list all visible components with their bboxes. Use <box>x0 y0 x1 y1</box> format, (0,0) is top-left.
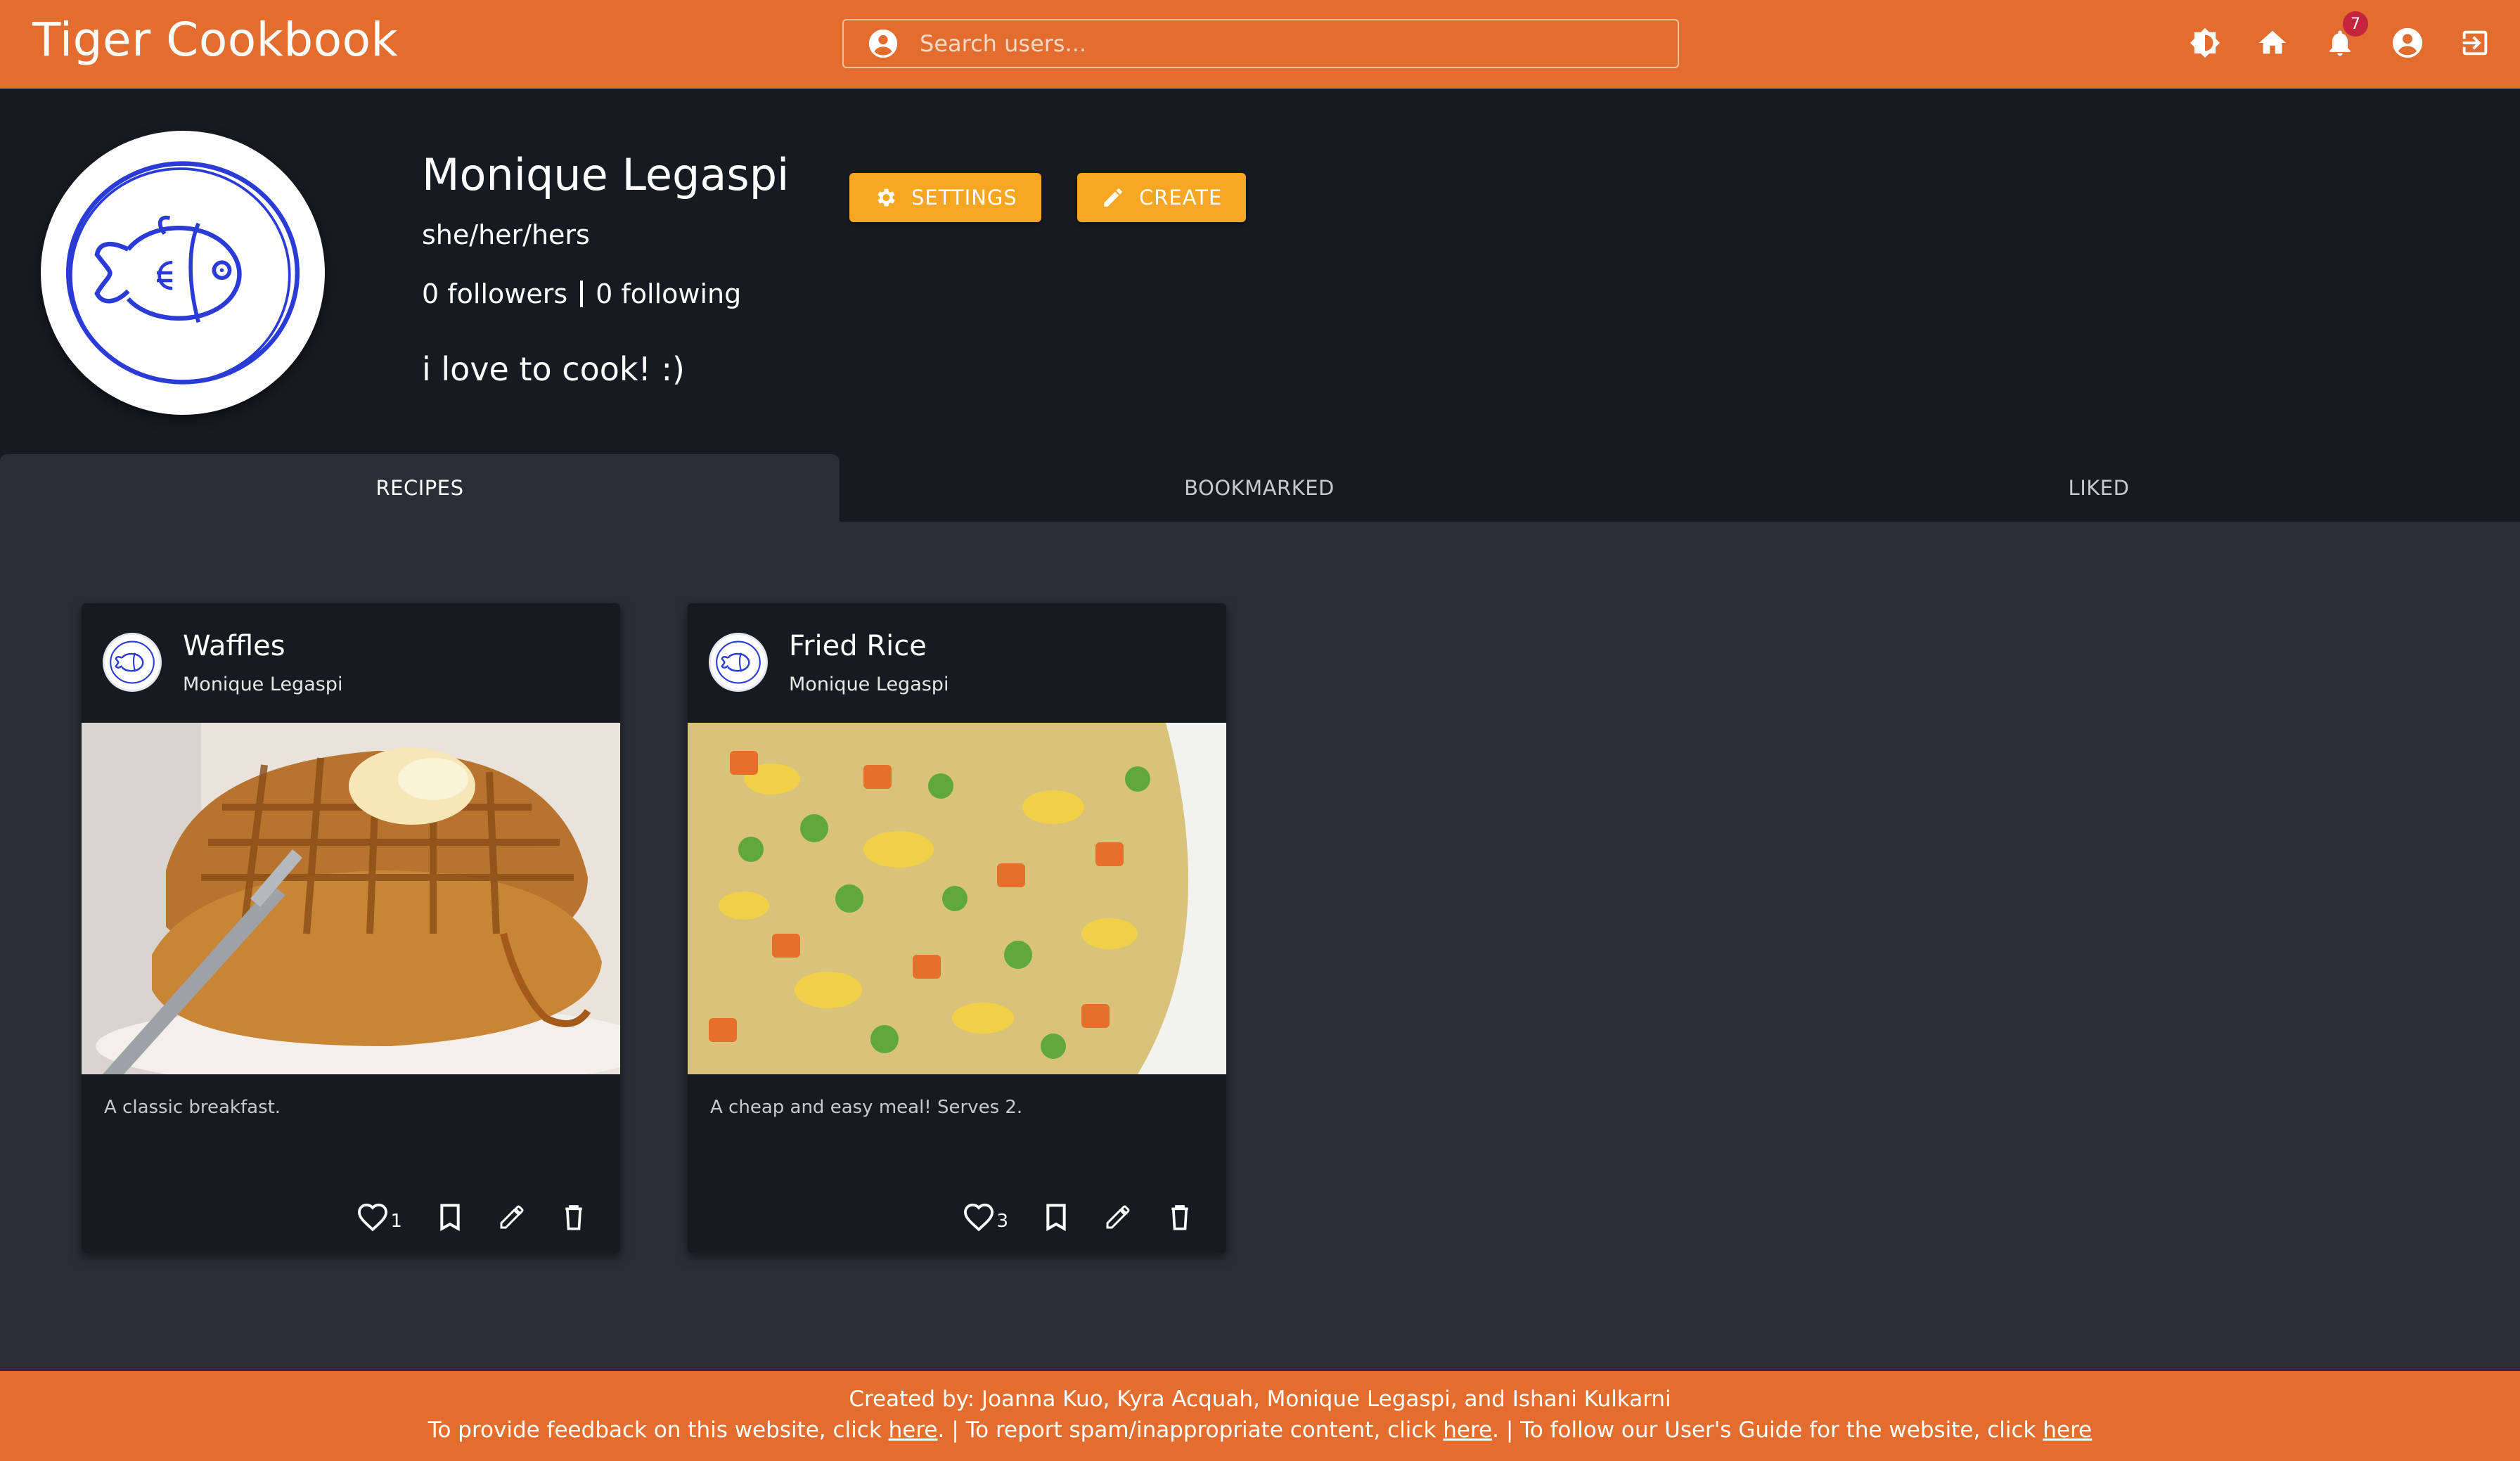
bookmark-button[interactable] <box>437 1203 463 1231</box>
profile-name: Monique Legaspi <box>422 149 790 200</box>
recipe-card-waffles[interactable]: Waffles Monique Legaspi A classic breakf… <box>82 603 620 1253</box>
author-avatar[interactable] <box>103 633 162 692</box>
report-spam-link[interactable]: here <box>1443 1417 1492 1443</box>
feedback-link[interactable]: here <box>889 1417 938 1443</box>
recipe-actions: 3 <box>963 1202 1192 1232</box>
profile-header: Monique Legaspi she/her/hers 0 followers… <box>0 89 2520 454</box>
edit-button[interactable] <box>1104 1203 1132 1231</box>
like-button[interactable]: 3 <box>963 1202 1008 1232</box>
home-icon[interactable] <box>2256 25 2289 60</box>
fried-rice-image[interactable] <box>688 723 1226 1074</box>
delete-button[interactable] <box>561 1203 586 1231</box>
like-count: 1 <box>390 1211 402 1232</box>
create-label: CREATE <box>1139 186 1223 210</box>
recipe-title[interactable]: Waffles <box>183 630 285 662</box>
recipe-card-header: Waffles Monique Legaspi <box>82 603 620 723</box>
recipe-author[interactable]: Monique Legaspi <box>183 674 342 695</box>
tab-liked[interactable]: LIKED <box>1679 454 2519 522</box>
settings-label: SETTINGS <box>911 186 1017 210</box>
pencil-icon <box>1104 188 1122 207</box>
following-count[interactable]: 0 following <box>596 278 741 309</box>
theme-toggle-icon[interactable] <box>2188 25 2222 60</box>
edit-button[interactable] <box>498 1203 526 1231</box>
recipe-title[interactable]: Fried Rice <box>789 630 927 662</box>
logout-icon[interactable] <box>2458 25 2492 60</box>
bell-icon[interactable]: 7 <box>2323 11 2368 60</box>
pencil-icon <box>500 1205 524 1229</box>
footer-credits: Created by: Joanna Kuo, Kyra Acquah, Mon… <box>849 1386 1671 1412</box>
gear-icon <box>878 188 895 207</box>
footer-guide-text: . | To follow our User's Guide for the w… <box>1492 1417 2043 1443</box>
profile-avatar <box>41 131 325 415</box>
heart-outline-icon <box>358 1203 388 1232</box>
nav-icons: 7 <box>2188 11 2492 60</box>
users-guide-link[interactable]: here <box>2043 1417 2092 1443</box>
follow-divider <box>580 281 584 307</box>
followers-count[interactable]: 0 followers <box>422 278 567 309</box>
fish-drawing-icon <box>110 641 155 684</box>
account-icon[interactable] <box>2391 25 2424 60</box>
follow-stats: 0 followers 0 following <box>422 278 741 309</box>
like-count: 3 <box>996 1211 1008 1232</box>
account-circle-icon <box>868 29 898 58</box>
user-search-box[interactable] <box>842 19 1679 68</box>
recipe-description: A classic breakfast. <box>104 1097 281 1118</box>
footer-feedback-text: To provide feedback on this website, cli… <box>428 1417 889 1443</box>
settings-button[interactable]: SETTINGS <box>849 173 1041 222</box>
profile-tabs: RECIPES BOOKMARKED LIKED <box>0 454 2520 522</box>
recipe-author[interactable]: Monique Legaspi <box>789 674 949 695</box>
tab-bookmarked[interactable]: BOOKMARKED <box>840 454 1679 522</box>
bookmark-outline-icon <box>1046 1204 1066 1231</box>
recipe-card-header: Fried Rice Monique Legaspi <box>688 603 1226 723</box>
fish-drawing-icon <box>65 161 300 385</box>
site-footer: Created by: Joanna Kuo, Kyra Acquah, Mon… <box>0 1371 2520 1461</box>
recipe-description: A cheap and easy meal! Serves 2. <box>710 1097 1023 1118</box>
create-button[interactable]: CREATE <box>1077 173 1247 222</box>
tab-recipes[interactable]: RECIPES <box>0 454 840 522</box>
profile-bio: i love to cook! :) <box>422 350 685 388</box>
notification-badge: 7 <box>2343 11 2368 37</box>
delete-button[interactable] <box>1167 1203 1192 1231</box>
heart-outline-icon <box>964 1203 994 1232</box>
footer-links-line: To provide feedback on this website, cli… <box>0 1415 2520 1446</box>
like-button[interactable]: 1 <box>356 1202 402 1232</box>
footer-spam-text: . | To report spam/inappropriate content… <box>937 1417 1444 1443</box>
app-title[interactable]: Tiger Cookbook <box>32 13 398 67</box>
trash-icon <box>565 1205 582 1230</box>
recipe-card-fried-rice[interactable]: Fried Rice Monique Legaspi A cheap and e… <box>688 603 1226 1253</box>
trash-icon <box>1171 1205 1188 1230</box>
fish-drawing-icon <box>716 641 761 684</box>
profile-pronouns: she/her/hers <box>422 219 590 250</box>
top-app-bar: Tiger Cookbook 7 <box>0 0 2520 89</box>
bookmark-button[interactable] <box>1043 1203 1069 1231</box>
waffles-image[interactable] <box>82 723 620 1074</box>
pencil-icon <box>1106 1205 1130 1229</box>
search-input[interactable] <box>920 22 1678 65</box>
bookmark-outline-icon <box>440 1204 460 1231</box>
author-avatar[interactable] <box>709 633 768 692</box>
recipe-actions: 1 <box>356 1202 586 1232</box>
